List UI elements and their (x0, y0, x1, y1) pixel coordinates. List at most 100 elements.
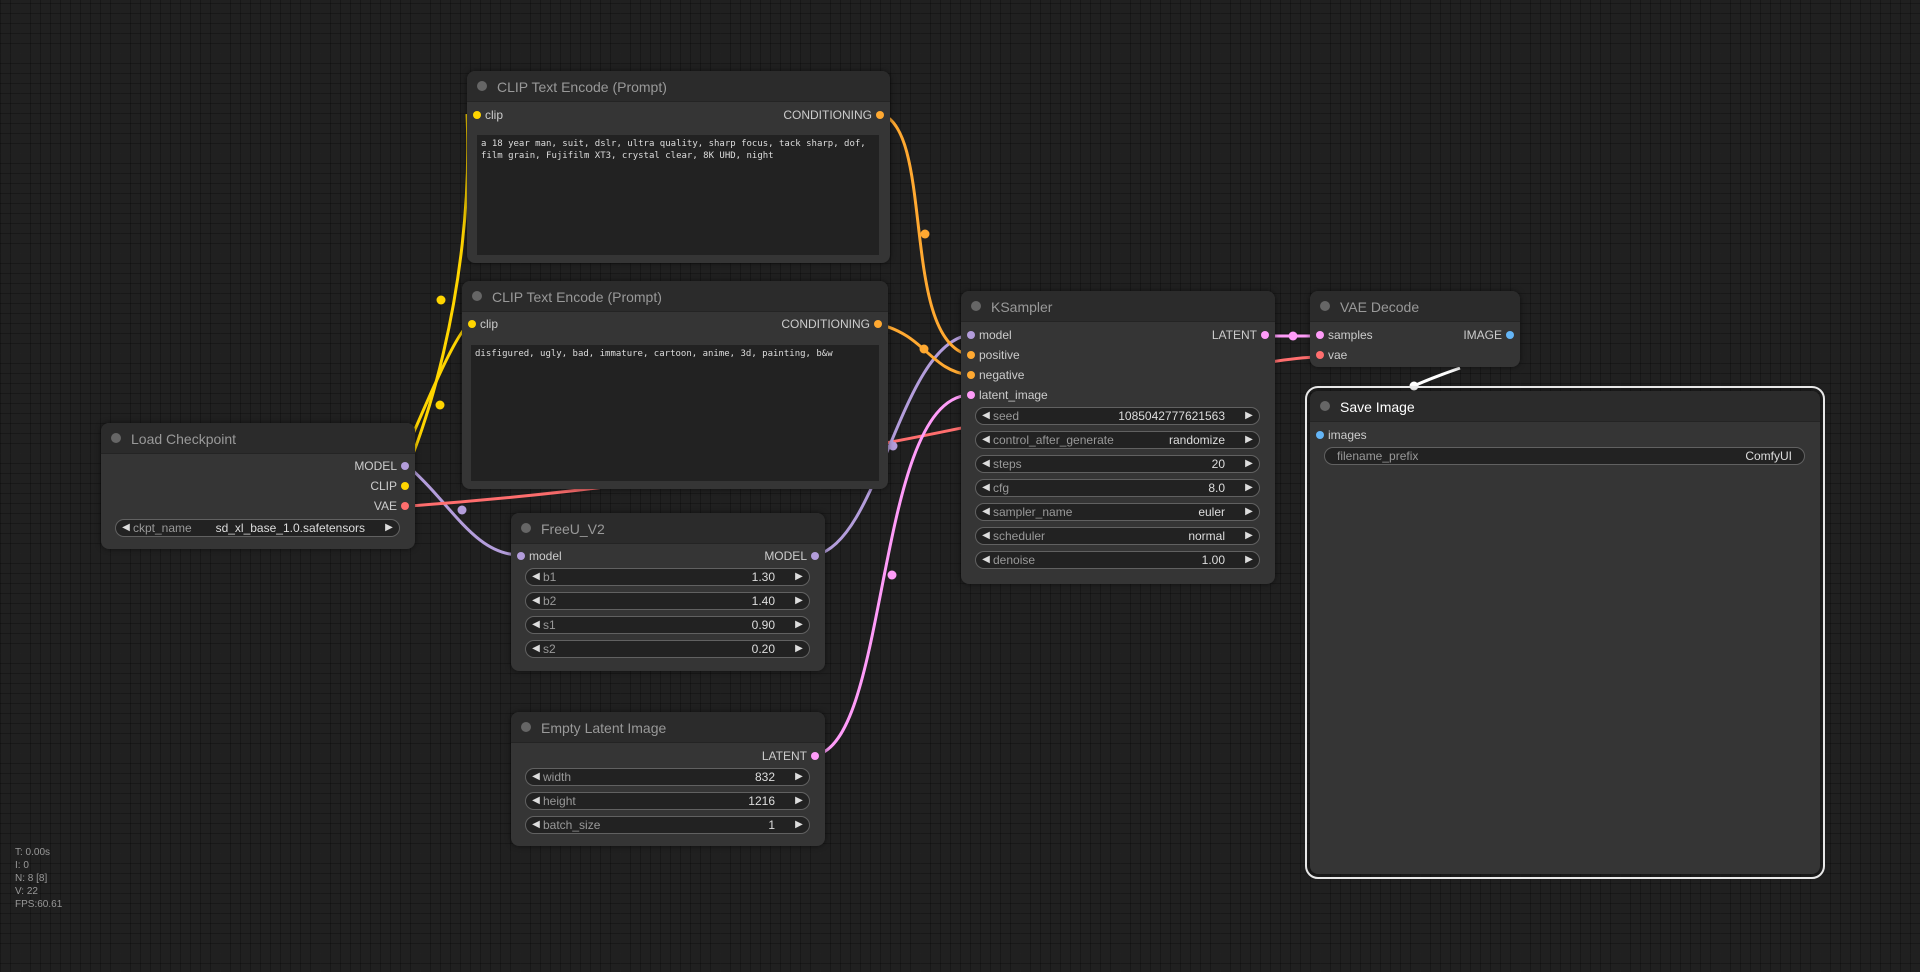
link-center-dot-icon[interactable] (1288, 331, 1298, 341)
arrow-right-icon[interactable]: ▶ (383, 521, 395, 535)
latent-output-pin-icon[interactable] (811, 752, 819, 760)
node-title-bar[interactable]: Load Checkpoint (101, 423, 415, 454)
sampler-name-combo[interactable]: ◀ sampler_name euler ▶ (975, 503, 1260, 521)
clip-text-encode-positive-node[interactable]: CLIP Text Encode (Prompt) clip CONDITION… (467, 71, 890, 263)
collapse-dot-icon[interactable] (521, 523, 531, 533)
output-conditioning[interactable]: CONDITIONING (781, 317, 882, 331)
arrow-right-icon[interactable]: ▶ (793, 818, 805, 832)
link-clip-negative[interactable] (408, 322, 471, 441)
latent-input-pin-icon[interactable] (967, 391, 975, 399)
node-title-bar[interactable]: Empty Latent Image (511, 712, 825, 743)
ckpt-name-combo[interactable]: ◀ ckpt_name sd_xl_base_1.0.safetensors ▶ (115, 519, 400, 537)
output-model[interactable]: MODEL (764, 549, 819, 563)
arrow-left-icon[interactable]: ◀ (980, 457, 992, 471)
model-output-pin-icon[interactable] (401, 462, 409, 470)
output-image[interactable]: IMAGE (1463, 328, 1514, 342)
node-title-bar[interactable]: CLIP Text Encode (Prompt) (467, 71, 890, 102)
arrow-left-icon[interactable]: ◀ (530, 642, 542, 656)
output-model[interactable]: MODEL (354, 459, 409, 473)
collapse-dot-icon[interactable] (477, 81, 487, 91)
denoise-number-widget[interactable]: ◀ denoise 1.00 ▶ (975, 551, 1260, 569)
latent-output-pin-icon[interactable] (1261, 331, 1269, 339)
freeu-v2-node[interactable]: FreeU_V2 model MODEL ◀ b1 1.30 ▶ ◀ b2 1.… (511, 513, 825, 671)
link-center-dot-icon[interactable] (436, 295, 446, 305)
arrow-right-icon[interactable]: ▶ (793, 618, 805, 632)
filename-prefix-field[interactable]: filename_prefix ComfyUI (1324, 447, 1805, 465)
arrow-left-icon[interactable]: ◀ (120, 521, 132, 535)
collapse-dot-icon[interactable] (971, 301, 981, 311)
output-latent[interactable]: LATENT (762, 749, 819, 763)
vae-input-pin-icon[interactable] (1316, 351, 1324, 359)
arrow-left-icon[interactable]: ◀ (530, 770, 542, 784)
s2-number-widget[interactable]: ◀ s2 0.20 ▶ (525, 640, 810, 658)
link-neg-conditioning[interactable] (877, 322, 970, 377)
collapse-dot-icon[interactable] (521, 722, 531, 732)
b1-number-widget[interactable]: ◀ b1 1.30 ▶ (525, 568, 810, 586)
arrow-left-icon[interactable]: ◀ (980, 505, 992, 519)
arrow-right-icon[interactable]: ▶ (793, 594, 805, 608)
input-latent-image[interactable]: latent_image (967, 388, 1048, 402)
arrow-left-icon[interactable]: ◀ (980, 409, 992, 423)
input-model[interactable]: model (967, 328, 1012, 342)
collapse-dot-icon[interactable] (111, 433, 121, 443)
model-input-pin-icon[interactable] (517, 552, 525, 560)
ksampler-node[interactable]: KSampler model positive negative latent_… (961, 291, 1275, 584)
conditioning-output-pin-icon[interactable] (876, 111, 884, 119)
link-center-dot-icon[interactable] (888, 441, 898, 451)
node-title-bar[interactable]: Save Image (1310, 391, 1820, 422)
negative-input-pin-icon[interactable] (967, 371, 975, 379)
arrow-left-icon[interactable]: ◀ (530, 618, 542, 632)
cfg-number-widget[interactable]: ◀ cfg 8.0 ▶ (975, 479, 1260, 497)
arrow-right-icon[interactable]: ▶ (1243, 457, 1255, 471)
steps-number-widget[interactable]: ◀ steps 20 ▶ (975, 455, 1260, 473)
clip-text-encode-negative-node[interactable]: CLIP Text Encode (Prompt) clip CONDITION… (462, 281, 888, 489)
input-images[interactable]: images (1316, 428, 1367, 442)
arrow-right-icon[interactable]: ▶ (793, 770, 805, 784)
arrow-left-icon[interactable]: ◀ (980, 481, 992, 495)
arrow-right-icon[interactable]: ▶ (1243, 553, 1255, 567)
batch-size-number-widget[interactable]: ◀ batch_size 1 ▶ (525, 816, 810, 834)
height-number-widget[interactable]: ◀ height 1216 ▶ (525, 792, 810, 810)
control-after-generate-combo[interactable]: ◀ control_after_generate randomize ▶ (975, 431, 1260, 449)
arrow-right-icon[interactable]: ▶ (1243, 505, 1255, 519)
node-title-bar[interactable]: VAE Decode (1310, 291, 1520, 322)
arrow-right-icon[interactable]: ▶ (1243, 481, 1255, 495)
collapse-dot-icon[interactable] (1320, 401, 1330, 411)
seed-number-widget[interactable]: ◀ seed 1085042777621563 ▶ (975, 407, 1260, 425)
model-output-pin-icon[interactable] (811, 552, 819, 560)
output-clip[interactable]: CLIP (370, 479, 409, 493)
save-image-node[interactable]: Save Image images filename_prefix ComfyU… (1305, 386, 1825, 879)
link-center-dot-icon[interactable] (887, 570, 897, 580)
arrow-right-icon[interactable]: ▶ (1243, 529, 1255, 543)
arrow-right-icon[interactable]: ▶ (793, 794, 805, 808)
link-center-dot-icon[interactable] (1409, 381, 1419, 391)
input-samples[interactable]: samples (1316, 328, 1373, 342)
prompt-text-field[interactable] (471, 345, 879, 481)
input-positive[interactable]: positive (967, 348, 1020, 362)
input-clip[interactable]: clip (468, 317, 498, 331)
empty-latent-image-node[interactable]: Empty Latent Image LATENT ◀ width 832 ▶ … (511, 712, 825, 846)
clip-input-pin-icon[interactable] (473, 111, 481, 119)
positive-input-pin-icon[interactable] (967, 351, 975, 359)
arrow-right-icon[interactable]: ▶ (1243, 433, 1255, 447)
arrow-left-icon[interactable]: ◀ (530, 818, 542, 832)
b2-number-widget[interactable]: ◀ b2 1.40 ▶ (525, 592, 810, 610)
s1-number-widget[interactable]: ◀ s1 0.90 ▶ (525, 616, 810, 634)
input-vae[interactable]: vae (1316, 348, 1347, 362)
input-negative[interactable]: negative (967, 368, 1024, 382)
link-center-dot-icon[interactable] (435, 400, 445, 410)
vae-decode-node[interactable]: VAE Decode samples vae IMAGE (1310, 291, 1520, 367)
link-clip-positive[interactable] (408, 113, 470, 461)
width-number-widget[interactable]: ◀ width 832 ▶ (525, 768, 810, 786)
node-title-bar[interactable]: CLIP Text Encode (Prompt) (462, 281, 888, 312)
arrow-left-icon[interactable]: ◀ (530, 794, 542, 808)
conditioning-output-pin-icon[interactable] (874, 320, 882, 328)
link-center-dot-icon[interactable] (919, 344, 929, 354)
output-vae[interactable]: VAE (374, 499, 409, 513)
load-checkpoint-node[interactable]: Load Checkpoint MODEL CLIP VAE ◀ ckpt_na… (101, 423, 415, 549)
arrow-left-icon[interactable]: ◀ (530, 594, 542, 608)
link-center-dot-icon[interactable] (920, 229, 930, 239)
image-output-pin-icon[interactable] (1506, 331, 1514, 339)
link-center-dot-icon[interactable] (457, 505, 467, 515)
node-title-bar[interactable]: FreeU_V2 (511, 513, 825, 544)
